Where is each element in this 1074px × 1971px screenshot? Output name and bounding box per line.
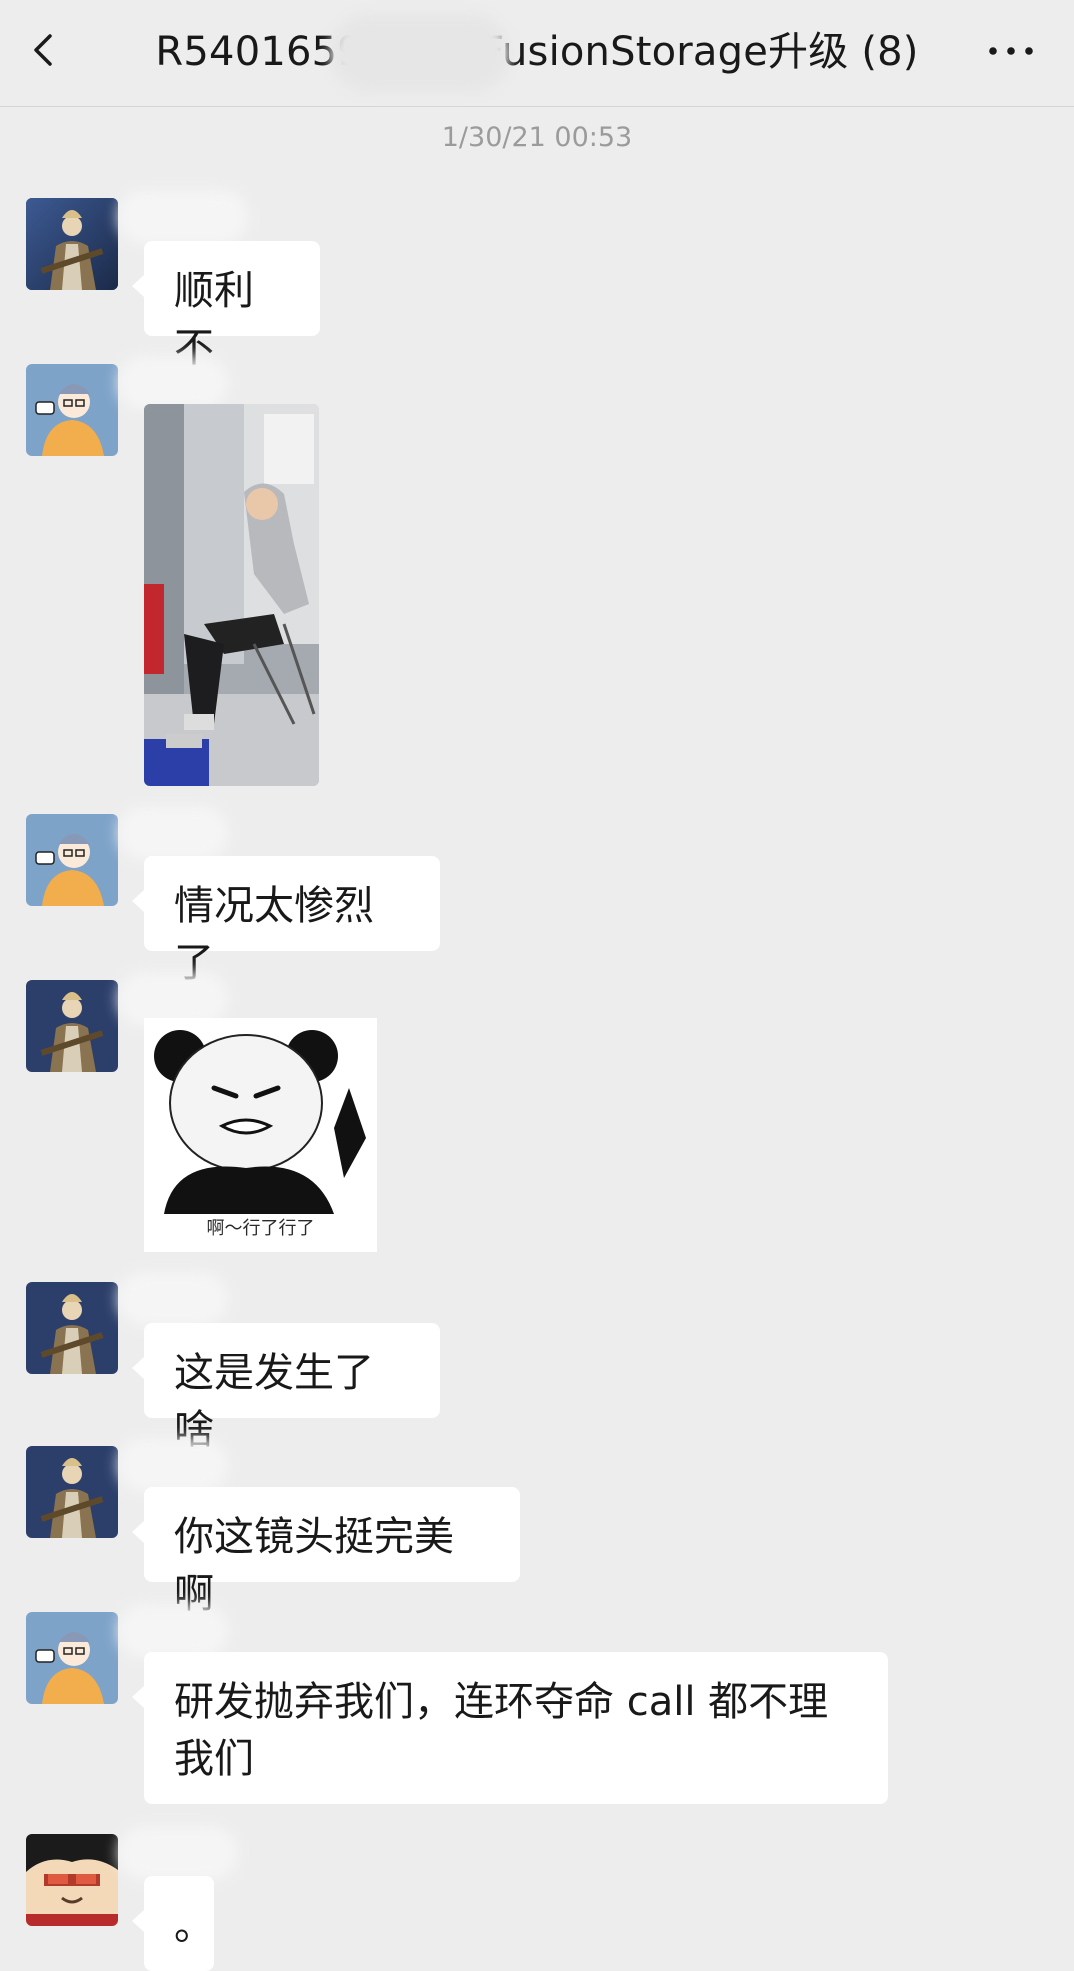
message-bubble[interactable]: 。 (132, 1876, 214, 1971)
sticker-caption: 啊～行了行了 (206, 1218, 315, 1239)
message-timestamp: 1/30/21 00:53 (441, 122, 633, 153)
avatar[interactable] (26, 1446, 118, 1538)
avatar[interactable] (26, 814, 118, 906)
panda-sticker-icon (154, 1030, 366, 1214)
ellipsis-icon[interactable] (986, 36, 1036, 66)
message-bubble[interactable]: 这是发生了啥 (132, 1323, 440, 1453)
title-redaction-blur (330, 14, 510, 92)
chat-header: R5401659 FusionStorage升级 (8) (0, 0, 1074, 107)
photo-message[interactable] (144, 404, 319, 786)
avatar[interactable] (26, 1282, 118, 1374)
sender-name-blur (118, 1438, 228, 1492)
message-bubble[interactable]: 你这镜头挺完美啊 (132, 1487, 520, 1617)
sender-name-blur (118, 1826, 238, 1880)
avatar[interactable] (26, 1834, 118, 1926)
avatar-anime-icon (26, 1834, 118, 1926)
avatar-cartoon-icon (26, 364, 118, 456)
message-bubble[interactable]: 研发抛弃我们，连环夺命 call 都不理我们 (132, 1652, 888, 1804)
avatar-cartoon-icon (26, 1612, 118, 1704)
chevron-left-icon[interactable] (24, 30, 64, 70)
avatar-warrior-icon (26, 980, 118, 1072)
avatar[interactable] (26, 980, 118, 1072)
avatar[interactable] (26, 1612, 118, 1704)
chat-title: R5401659 FusionStorage升级 (8) (100, 24, 974, 80)
sticker-message[interactable]: 啊～行了行了 (144, 1018, 377, 1252)
sender-name-blur (118, 806, 228, 860)
avatar[interactable] (26, 198, 118, 290)
sender-name-blur (118, 356, 228, 410)
avatar-warrior-icon (26, 198, 118, 290)
sender-name-blur (118, 1604, 228, 1658)
message-bubble[interactable]: 情况太惨烈了 (132, 856, 440, 986)
avatar-warrior-icon (26, 1446, 118, 1538)
chat-title-suffix: FusionStorage升级 (8) (480, 29, 919, 75)
sender-name-blur (118, 1272, 228, 1326)
message-bubble[interactable]: 顺利不 (132, 241, 320, 371)
avatar[interactable] (26, 364, 118, 456)
photo-image (144, 404, 319, 786)
avatar-warrior-icon (26, 1282, 118, 1374)
avatar-cartoon-icon (26, 814, 118, 906)
sender-name-blur (118, 190, 248, 244)
